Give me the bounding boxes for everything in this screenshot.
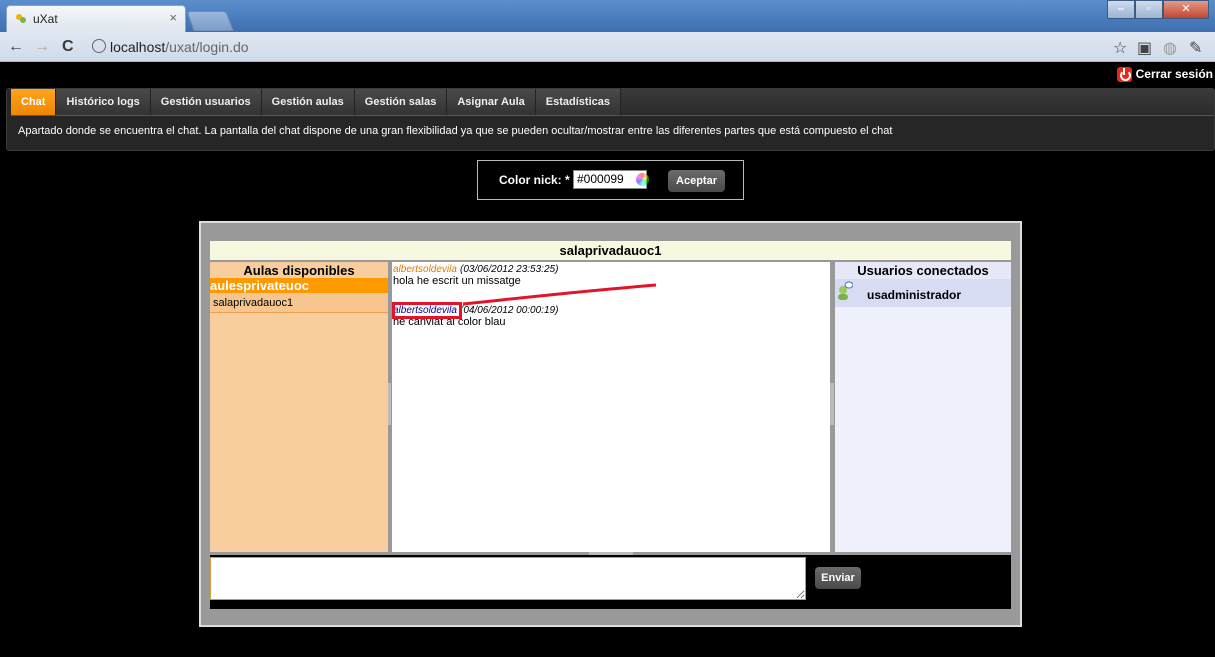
nav-tabs: Chat Histórico logs Gestión usuarios Ges…	[11, 89, 1214, 116]
room-group[interactable]: aulesprivateuoc	[210, 278, 388, 293]
tab-chat[interactable]: Chat	[11, 89, 57, 115]
message-time: (03/06/2012 23:53:25)	[460, 264, 559, 275]
chat-panel: salaprivadauoc1 Aulas disponibles aulesp…	[199, 221, 1022, 627]
tab-close-icon[interactable]: ×	[169, 10, 177, 25]
back-icon[interactable]: ←	[8, 38, 24, 56]
user-item[interactable]: usadministrador	[835, 279, 1011, 307]
accept-button[interactable]: Aceptar	[668, 170, 725, 192]
section-description: Apartado donde se encuentra el chat. La …	[18, 125, 893, 137]
reload-icon[interactable]: C	[62, 38, 74, 56]
color-picker-icon[interactable]	[636, 173, 649, 186]
color-nick-label: Color nick: *	[499, 173, 570, 187]
users-panel-title: Usuarios conectados	[835, 262, 1011, 279]
user-name: usadministrador	[867, 288, 962, 302]
tab-gestion-usuarios[interactable]: Gestión usuarios	[150, 89, 262, 115]
logout-button[interactable]: Cerrar sesión	[1116, 64, 1213, 84]
page-info-icon[interactable]	[92, 39, 106, 53]
tab-asignar-aula[interactable]: Asignar Aula	[447, 89, 536, 115]
extension-globe-icon[interactable]: ◍	[1163, 38, 1177, 58]
left-splitter-handle[interactable]	[388, 383, 391, 425]
send-button[interactable]: Enviar	[815, 567, 861, 589]
message-nick[interactable]: albertsoldevila	[393, 264, 457, 275]
extension-icon[interactable]: ▣	[1137, 38, 1152, 58]
tab-estadisticas[interactable]: Estadísticas	[535, 89, 621, 115]
maximize-icon[interactable]: ▫	[1135, 0, 1163, 19]
message-list: albertsoldevila (03/06/2012 23:53:25) ho…	[392, 262, 830, 552]
message-input[interactable]	[210, 557, 806, 600]
message-composer: Enviar	[210, 555, 1011, 609]
users-panel: Usuarios conectados usadministrador	[835, 262, 1011, 552]
app-navigation: Chat Histórico logs Gestión usuarios Ges…	[6, 88, 1215, 151]
rooms-panel-title: Aulas disponibles	[243, 263, 355, 278]
highlight-annotation-arrow	[462, 283, 657, 306]
url-text[interactable]: localhost/uxat/login.do	[110, 39, 249, 55]
room-item[interactable]: salaprivadauoc1	[210, 293, 388, 313]
color-nick-form: Color nick: * #000099 Aceptar	[477, 160, 744, 200]
minimize-icon[interactable]: –	[1107, 0, 1135, 19]
browser-toolbar: ← → C localhost/uxat/login.do ☆ ▣ ◍ ✎	[0, 32, 1215, 62]
logout-label: Cerrar sesión	[1135, 67, 1213, 81]
browser-titlebar: uXat × – ▫ ✕	[0, 0, 1215, 32]
wrench-icon[interactable]: ✎	[1189, 38, 1202, 58]
tab-gestion-salas[interactable]: Gestión salas	[354, 89, 448, 115]
browser-tab[interactable]: uXat ×	[6, 5, 186, 32]
tab-historico-logs[interactable]: Histórico logs	[56, 89, 151, 115]
forward-icon[interactable]: →	[34, 38, 50, 56]
right-splitter-handle[interactable]	[830, 383, 834, 425]
new-tab-button[interactable]	[186, 11, 234, 31]
highlight-annotation-box	[392, 302, 462, 319]
chat-favicon-icon	[16, 14, 26, 23]
window-controls: – ▫ ✕	[1107, 0, 1209, 20]
rooms-panel: Aulas disponibles aulesprivateuoc salapr…	[210, 262, 388, 552]
address-bar[interactable]: localhost/uxat/login.do	[88, 36, 1215, 58]
tab-title: uXat	[33, 12, 58, 26]
close-window-icon[interactable]: ✕	[1163, 0, 1209, 19]
user-chat-icon	[838, 281, 853, 300]
tab-gestion-aulas[interactable]: Gestión aulas	[261, 89, 355, 115]
bookmark-star-icon[interactable]: ☆	[1113, 38, 1127, 58]
room-title: salaprivadauoc1	[210, 241, 1011, 260]
power-icon	[1116, 66, 1132, 82]
